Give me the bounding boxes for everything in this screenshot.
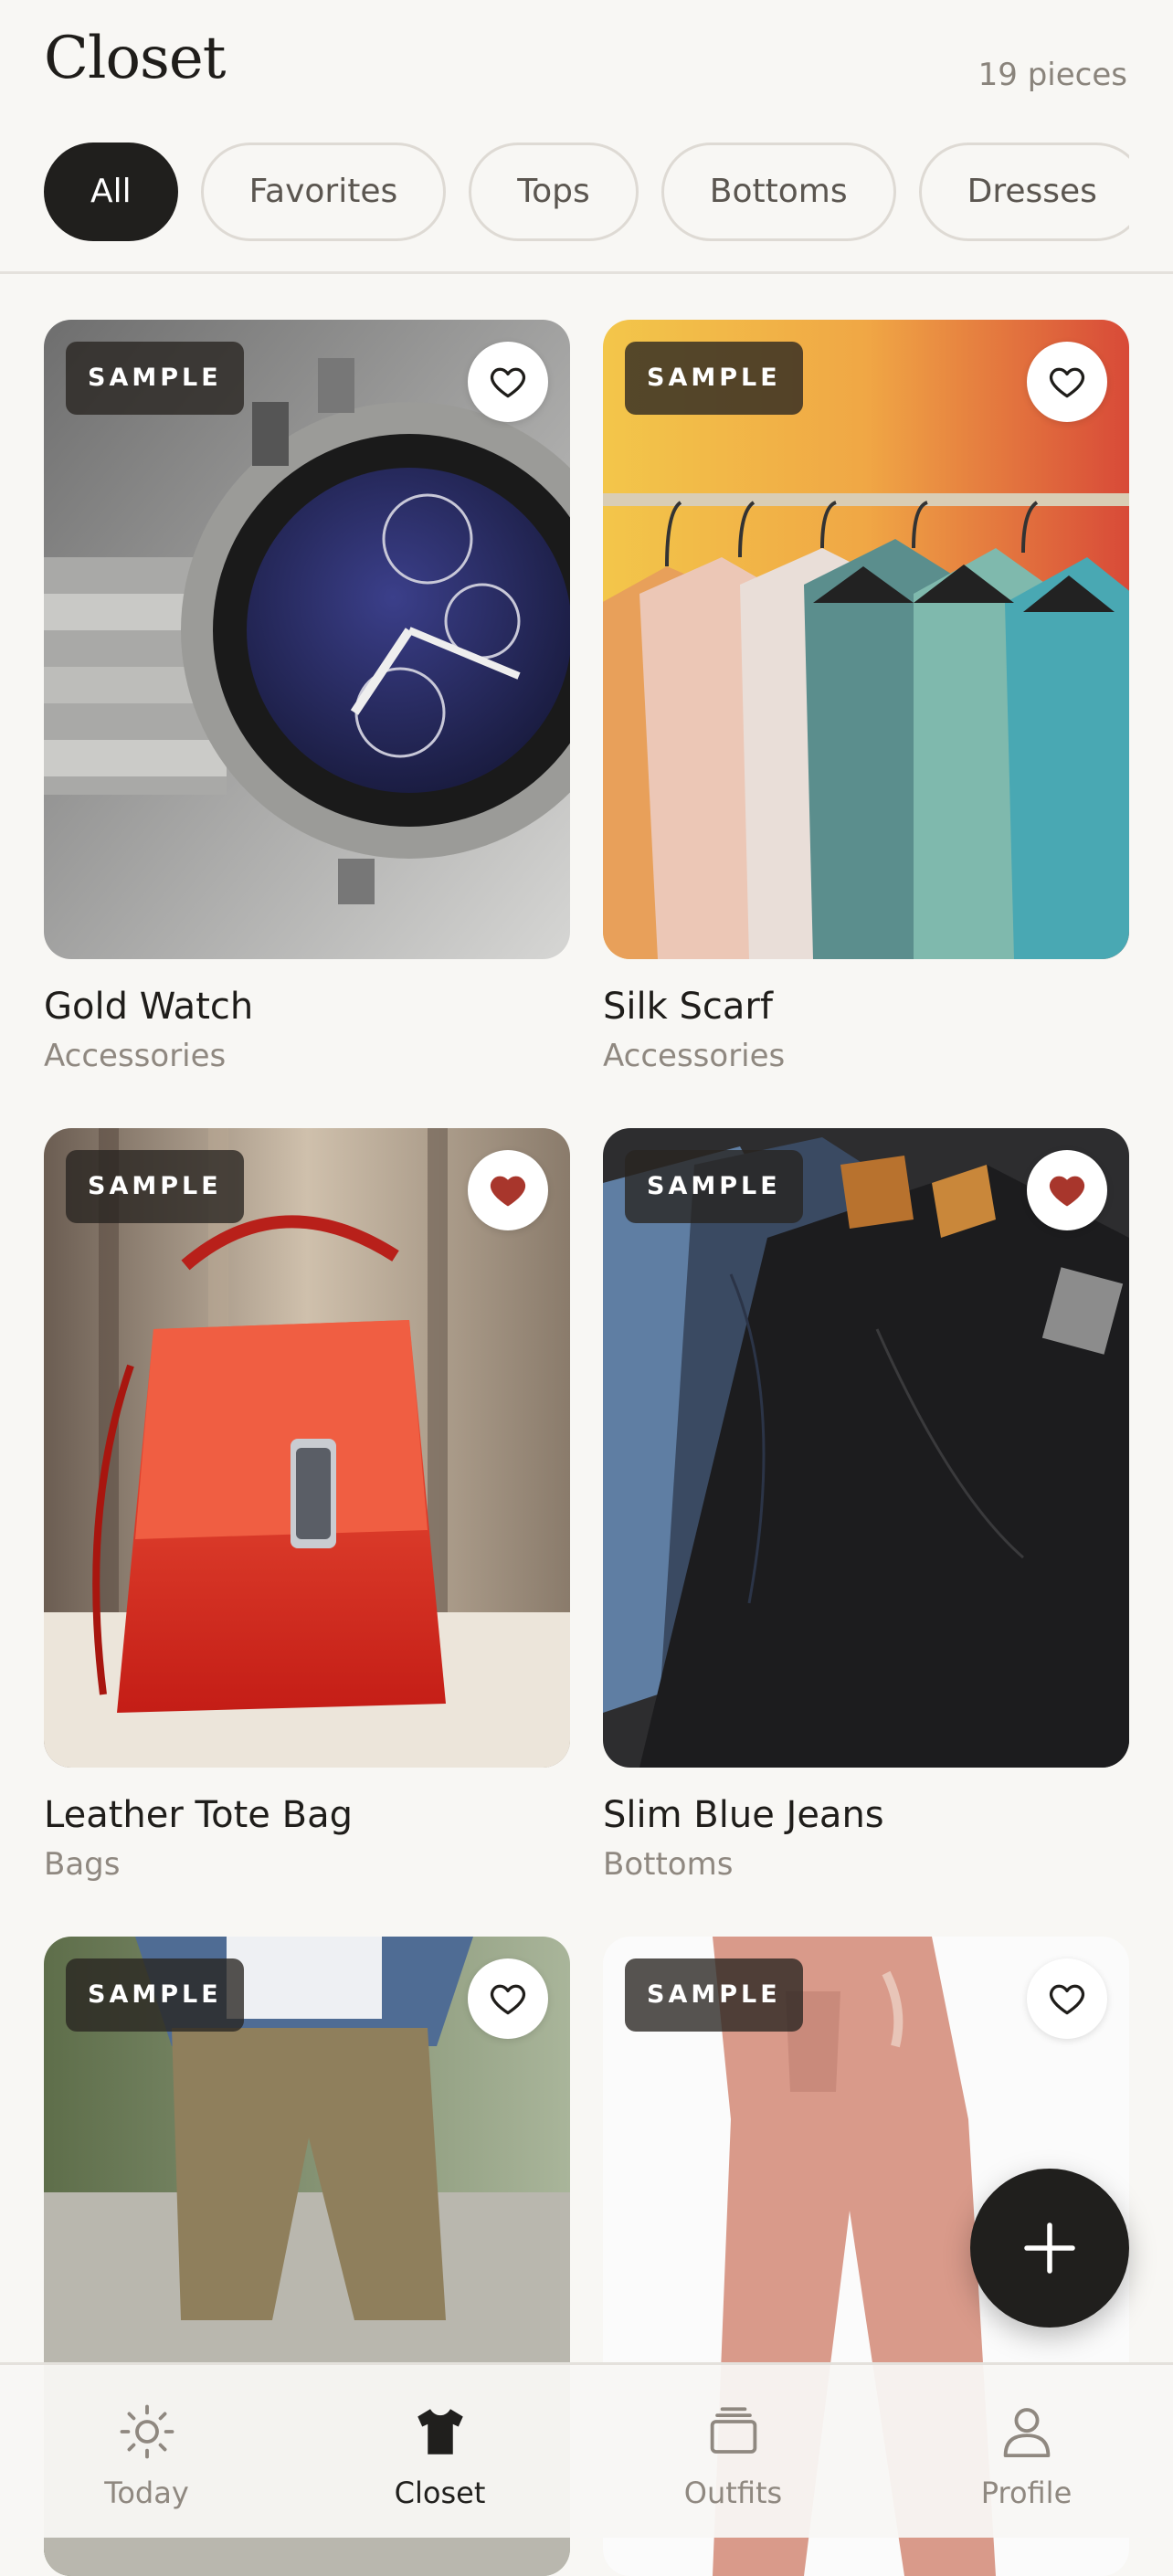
closet-item-card[interactable]: SAMPLE Slim Blue Jeans Bottoms [603, 1128, 1129, 1883]
heart-outline-icon [1049, 367, 1085, 398]
sample-badge: SAMPLE [625, 1958, 803, 2032]
heart-outline-icon [1049, 1984, 1085, 2015]
item-category: Accessories [603, 1038, 786, 1074]
bottom-nav: Today Closet Outfits Profile [0, 2362, 1173, 2538]
nav-item-today[interactable]: Today [0, 2365, 293, 2538]
favorite-button[interactable] [468, 1150, 548, 1230]
item-count: 19 pieces [978, 57, 1127, 93]
closet-item-card[interactable]: SAMPLE Silk Scarf Accessories [603, 320, 1129, 1074]
favorite-button[interactable] [1027, 1150, 1107, 1230]
plus-icon [1024, 2222, 1075, 2274]
heart-filled-icon [1049, 1176, 1085, 1207]
nav-item-closet[interactable]: Closet [293, 2365, 586, 2538]
closet-item-card[interactable]: SAMPLE Gold Watch Accessories [44, 320, 570, 1074]
item-photo[interactable]: SAMPLE [603, 1128, 1129, 1768]
filter-chip-all[interactable]: All [44, 143, 178, 241]
heart-outline-icon [490, 1984, 526, 2015]
favorite-button[interactable] [468, 342, 548, 422]
item-name: Silk Scarf [603, 986, 773, 1028]
nav-item-outfits[interactable]: Outfits [586, 2365, 880, 2538]
filter-chip-favorites[interactable]: Favorites [200, 143, 447, 241]
nav-item-profile[interactable]: Profile [880, 2365, 1173, 2538]
nav-label: Today [104, 2476, 189, 2510]
person-icon [1003, 2408, 1051, 2458]
sample-badge: SAMPLE [66, 342, 244, 415]
favorite-button[interactable] [468, 1958, 548, 2039]
page-title: Closet [44, 25, 226, 92]
filter-chips: All Favorites Tops Bottoms Dresses [44, 143, 1129, 241]
header: Closet 19 pieces All Favorites Tops Bottoms… [0, 0, 1173, 274]
favorite-button[interactable] [1027, 1958, 1107, 2039]
add-item-button[interactable] [970, 2169, 1129, 2328]
filter-chip-bottoms[interactable]: Bottoms [660, 143, 896, 241]
item-photo[interactable]: SAMPLE [44, 320, 570, 959]
item-photo[interactable]: SAMPLE [44, 1128, 570, 1768]
item-name: Leather Tote Bag [44, 1794, 353, 1836]
tshirt-icon [417, 2409, 463, 2455]
sample-badge: SAMPLE [66, 1150, 244, 1223]
item-category: Accessories [44, 1038, 227, 1074]
nav-label: Closet [394, 2476, 486, 2510]
filter-chip-tops[interactable]: Tops [469, 143, 639, 241]
favorite-button[interactable] [1027, 342, 1107, 422]
sun-icon [120, 2404, 174, 2459]
sample-badge: SAMPLE [66, 1958, 244, 2032]
item-category: Bags [44, 1846, 121, 1883]
heart-filled-icon [490, 1176, 526, 1207]
sample-badge: SAMPLE [625, 342, 803, 415]
nav-label: Outfits [683, 2476, 783, 2510]
filter-chip-dresses[interactable]: Dresses [918, 143, 1129, 241]
heart-outline-icon [490, 367, 526, 398]
layers-icon [710, 2407, 757, 2454]
item-name: Slim Blue Jeans [603, 1794, 884, 1836]
closet-item-card[interactable]: SAMPLE Leather Tote Bag Bags [44, 1128, 570, 1883]
item-photo[interactable]: SAMPLE [603, 320, 1129, 959]
nav-label: Profile [980, 2476, 1073, 2510]
sample-badge: SAMPLE [625, 1150, 803, 1223]
item-name: Gold Watch [44, 986, 254, 1028]
item-category: Bottoms [603, 1846, 734, 1883]
